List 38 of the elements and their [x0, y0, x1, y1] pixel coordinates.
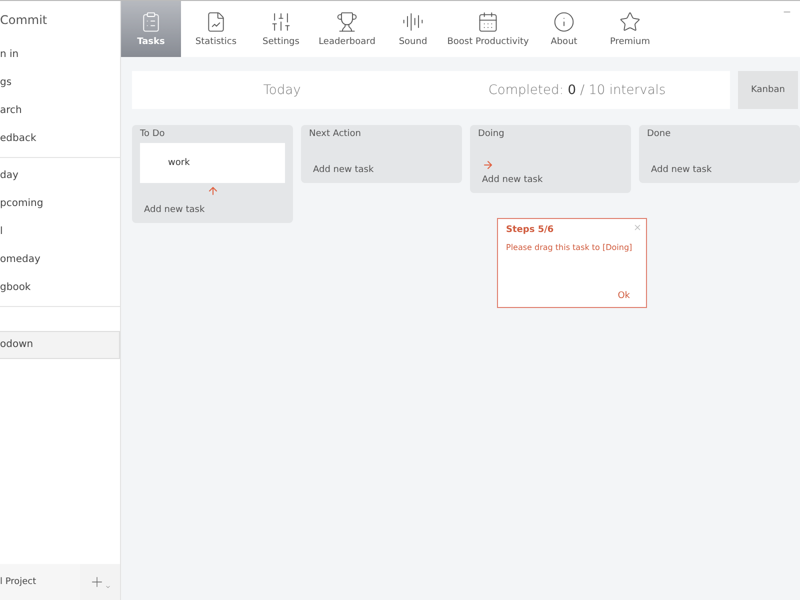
sidebar-item[interactable]: l [0, 218, 120, 246]
sidebar-item[interactable]: day [0, 162, 120, 190]
ok-button[interactable]: Ok [618, 291, 638, 301]
add-task-button[interactable]: Add new task [478, 175, 623, 185]
add-task-button[interactable]: Add new task [140, 205, 285, 215]
column-title: Doing [478, 129, 506, 139]
sound-wave-icon [402, 11, 424, 33]
sidebar-item[interactable]: omeday [0, 246, 120, 274]
kanban-button[interactable]: Kanban [738, 71, 798, 109]
completed-count: Completed: 0 / 10 intervals [487, 82, 667, 98]
sidebar-item[interactable]: odown [0, 331, 120, 359]
plus-caret-icon [89, 574, 111, 590]
chart-document-icon [205, 11, 227, 33]
clipboard-list-icon [140, 11, 162, 33]
app-title: Commit [0, 12, 48, 29]
arrow-right-icon [482, 159, 494, 171]
popup-message: Please drag this task to [Doing] [506, 243, 634, 252]
task-card[interactable]: work [140, 143, 285, 183]
sidebar-item[interactable]: pcoming [0, 190, 120, 218]
sidebar-item[interactable]: gbook [0, 274, 120, 302]
close-icon[interactable] [633, 223, 642, 232]
column-title: Done [647, 129, 672, 139]
add-task-button[interactable]: Add new task [647, 165, 792, 175]
popup-title: Steps 5/6 [506, 225, 555, 235]
sliders-icon [270, 11, 292, 33]
calendar-icon [477, 11, 499, 33]
column-title: To Do [140, 129, 166, 139]
sidebar-item[interactable]: gs [0, 69, 120, 97]
sidebar-item[interactable]: edback [0, 125, 120, 153]
sidebar-item[interactable]: arch [0, 97, 120, 125]
trophy-icon [336, 11, 358, 33]
column-title: Next Action [309, 129, 362, 139]
info-icon [553, 11, 575, 33]
add-task-button[interactable]: Add new task [309, 165, 454, 175]
arrow-up-icon [206, 185, 218, 197]
star-icon [619, 11, 641, 33]
sidebar-item[interactable]: n in [0, 41, 120, 69]
day-label: Today [262, 82, 302, 98]
